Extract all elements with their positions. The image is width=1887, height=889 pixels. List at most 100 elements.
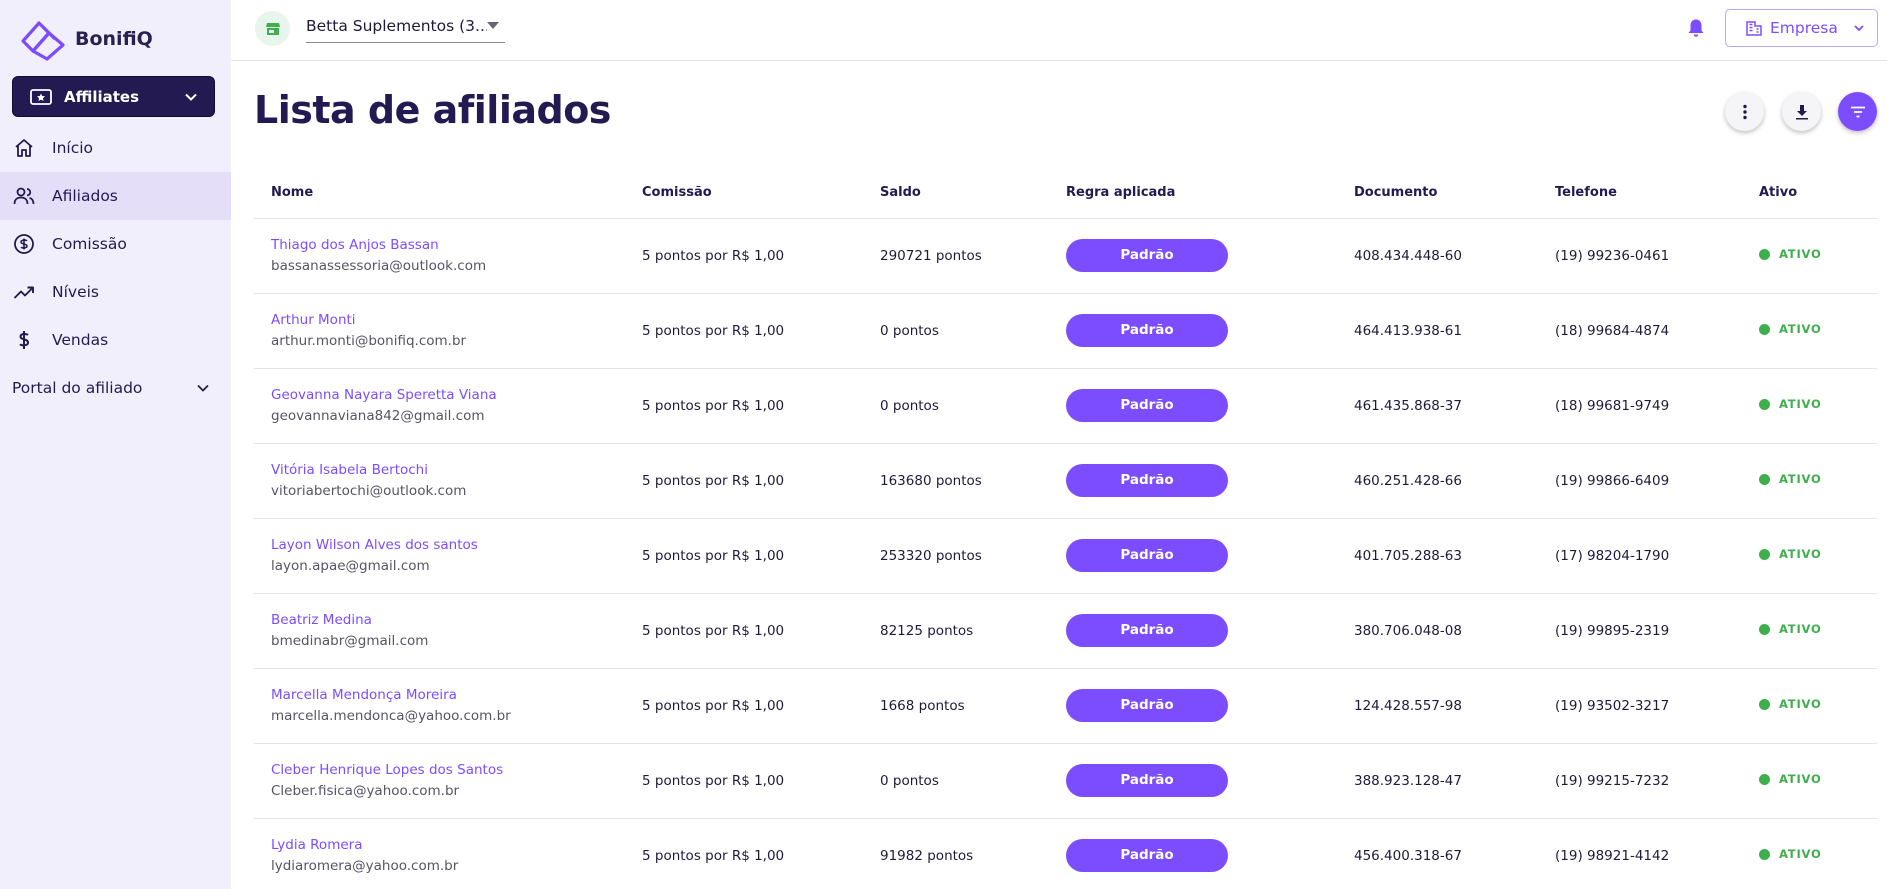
status-badge: ATIVO <box>1759 697 1822 711</box>
sidebar-nav: Início Afiliados Comissão Níveis Vendas … <box>0 124 231 412</box>
affiliate-email: lydiaromera@yahoo.com.br <box>271 858 459 874</box>
affiliate-name-link[interactable]: Geovanna Nayara Speretta Viana <box>271 387 625 403</box>
users-icon <box>13 187 35 205</box>
cell-documento: 124.428.557-98 <box>1337 668 1538 744</box>
column-header-comissao[interactable]: Comissão <box>625 168 863 219</box>
table-row[interactable]: Cleber Henrique Lopes dos Santos Cleber.f… <box>254 743 1877 819</box>
cell-ativo: ATIVO <box>1742 443 1877 519</box>
cell-ativo: ATIVO <box>1742 818 1877 889</box>
cell-regra: Padrão <box>1049 293 1337 369</box>
module-selector[interactable]: Affiliates <box>12 76 215 117</box>
cell-regra: Padrão <box>1049 218 1337 294</box>
cell-ativo: ATIVO <box>1742 593 1877 669</box>
trending-up-icon <box>13 286 34 299</box>
sidebar-item-label: Níveis <box>52 283 99 301</box>
store-icon <box>265 22 280 35</box>
cell-documento: 380.706.048-08 <box>1337 593 1538 669</box>
table-row[interactable]: Beatriz Medina bmedinabr@gmail.com 5 ponto… <box>254 593 1877 669</box>
cell-ativo: ATIVO <box>1742 743 1877 819</box>
cell-comissao: 5 pontos por R$ 1,00 <box>625 668 863 744</box>
cell-comissao: 5 pontos por R$ 1,00 <box>625 293 863 369</box>
column-header-telefone[interactable]: Telefone <box>1538 168 1742 219</box>
cell-nome: Cleber Henrique Lopes dos Santos Cleber.f… <box>254 743 625 819</box>
cell-documento: 408.434.448-60 <box>1337 218 1538 294</box>
sidebar-group-label: Portal do afiliado <box>12 379 143 397</box>
table-row[interactable]: Marcella Mendonça Moreira marcella.mendon… <box>254 668 1877 744</box>
status-label: ATIVO <box>1779 397 1822 412</box>
cell-telefone: (19) 99236-0461 <box>1538 218 1742 294</box>
affiliate-name-link[interactable]: Vitória Isabela Bertochi <box>271 462 625 478</box>
affiliate-name-link[interactable]: Marcella Mendonça Moreira <box>271 687 625 703</box>
filter-button[interactable] <box>1838 92 1877 131</box>
cell-telefone: (18) 99681-9749 <box>1538 368 1742 444</box>
sidebar-item-afiliados[interactable]: Afiliados <box>0 172 231 220</box>
cell-saldo: 0 pontos <box>863 743 1049 819</box>
status-badge: ATIVO <box>1759 247 1822 261</box>
more-vertical-icon <box>1742 104 1747 119</box>
rule-badge[interactable]: Padrão <box>1066 314 1228 347</box>
cell-nome: Geovanna Nayara Speretta Viana geovannavi… <box>254 368 625 444</box>
cell-nome: Vitória Isabela Bertochi vitoriabertochi@… <box>254 443 625 519</box>
cell-nome: Lydia Romera lydiaromera@yahoo.com.br <box>254 818 625 889</box>
affiliate-name-link[interactable]: Arthur Monti <box>271 312 625 328</box>
logo[interactable]: BonifiQ <box>19 17 153 61</box>
affiliate-name-link[interactable]: Layon Wilson Alves dos santos <box>271 537 625 553</box>
rule-badge[interactable]: Padrão <box>1066 614 1228 647</box>
rule-badge[interactable]: Padrão <box>1066 689 1228 722</box>
sidebar-item-niveis[interactable]: Níveis <box>0 268 231 316</box>
more-options-button[interactable] <box>1725 92 1764 131</box>
cell-comissao: 5 pontos por R$ 1,00 <box>625 593 863 669</box>
sidebar-item-label: Início <box>52 139 94 157</box>
cell-saldo: 163680 pontos <box>863 443 1049 519</box>
cell-telefone: (19) 99895-2319 <box>1538 593 1742 669</box>
affiliate-name-link[interactable]: Lydia Romera <box>271 837 625 853</box>
status-dot-icon <box>1759 548 1770 560</box>
table-row[interactable]: Thiago dos Anjos Bassan bassanassessoria@… <box>254 218 1877 294</box>
sidebar-item-vendas[interactable]: Vendas <box>0 316 231 364</box>
dollar-icon <box>19 331 30 349</box>
column-header-regra[interactable]: Regra aplicada <box>1049 168 1337 219</box>
rule-badge[interactable]: Padrão <box>1066 764 1228 797</box>
cell-documento: 460.251.428-66 <box>1337 443 1538 519</box>
affiliate-name-link[interactable]: Cleber Henrique Lopes dos Santos <box>271 762 625 778</box>
column-header-nome[interactable]: Nome <box>254 168 625 219</box>
table-row[interactable]: Geovanna Nayara Speretta Viana geovannavi… <box>254 368 1877 444</box>
rule-badge[interactable]: Padrão <box>1066 839 1228 872</box>
empresa-button[interactable]: Empresa <box>1725 9 1878 47</box>
cell-telefone: (17) 98204-1790 <box>1538 518 1742 594</box>
store-avatar <box>255 11 290 46</box>
notification-bell-icon[interactable] <box>1685 17 1707 39</box>
home-icon <box>15 139 33 157</box>
sidebar-item-comissao[interactable]: Comissão <box>0 220 231 268</box>
rule-badge[interactable]: Padrão <box>1066 464 1228 497</box>
chevron-down-icon <box>1854 25 1864 32</box>
sidebar-item-label: Afiliados <box>52 187 118 205</box>
affiliate-name-link[interactable]: Beatriz Medina <box>271 612 625 628</box>
status-dot-icon <box>1759 698 1770 710</box>
table-row[interactable]: Lydia Romera lydiaromera@yahoo.com.br 5 po… <box>254 818 1877 889</box>
column-header-saldo[interactable]: Saldo <box>863 168 1049 219</box>
sidebar-item-label: Vendas <box>52 331 109 349</box>
sidebar-group-portal[interactable]: Portal do afiliado <box>0 364 231 412</box>
store-select[interactable]: Betta Suplementos (3... <box>306 10 505 43</box>
download-button[interactable] <box>1782 92 1821 131</box>
rule-badge[interactable]: Padrão <box>1066 239 1228 272</box>
cell-regra: Padrão <box>1049 593 1337 669</box>
ticket-icon <box>30 88 52 105</box>
rule-badge[interactable]: Padrão <box>1066 389 1228 422</box>
column-header-documento[interactable]: Documento <box>1337 168 1538 219</box>
affiliate-email: geovannaviana842@gmail.com <box>271 408 485 424</box>
rule-badge[interactable]: Padrão <box>1066 539 1228 572</box>
cell-ativo: ATIVO <box>1742 368 1877 444</box>
status-badge: ATIVO <box>1759 472 1822 486</box>
cell-regra: Padrão <box>1049 443 1337 519</box>
table-row[interactable]: Vitória Isabela Bertochi vitoriabertochi@… <box>254 443 1877 519</box>
module-label: Affiliates <box>64 87 140 106</box>
affiliate-name-link[interactable]: Thiago dos Anjos Bassan <box>271 237 625 253</box>
column-header-ativo[interactable]: Ativo <box>1742 168 1877 219</box>
sidebar-item-inicio[interactable]: Início <box>0 124 231 172</box>
cell-regra: Padrão <box>1049 368 1337 444</box>
table-row[interactable]: Arthur Monti arthur.monti@bonifiq.com.br 5… <box>254 293 1877 369</box>
table-row[interactable]: Layon Wilson Alves dos santos layon.apae@… <box>254 518 1877 594</box>
cell-saldo: 82125 pontos <box>863 593 1049 669</box>
